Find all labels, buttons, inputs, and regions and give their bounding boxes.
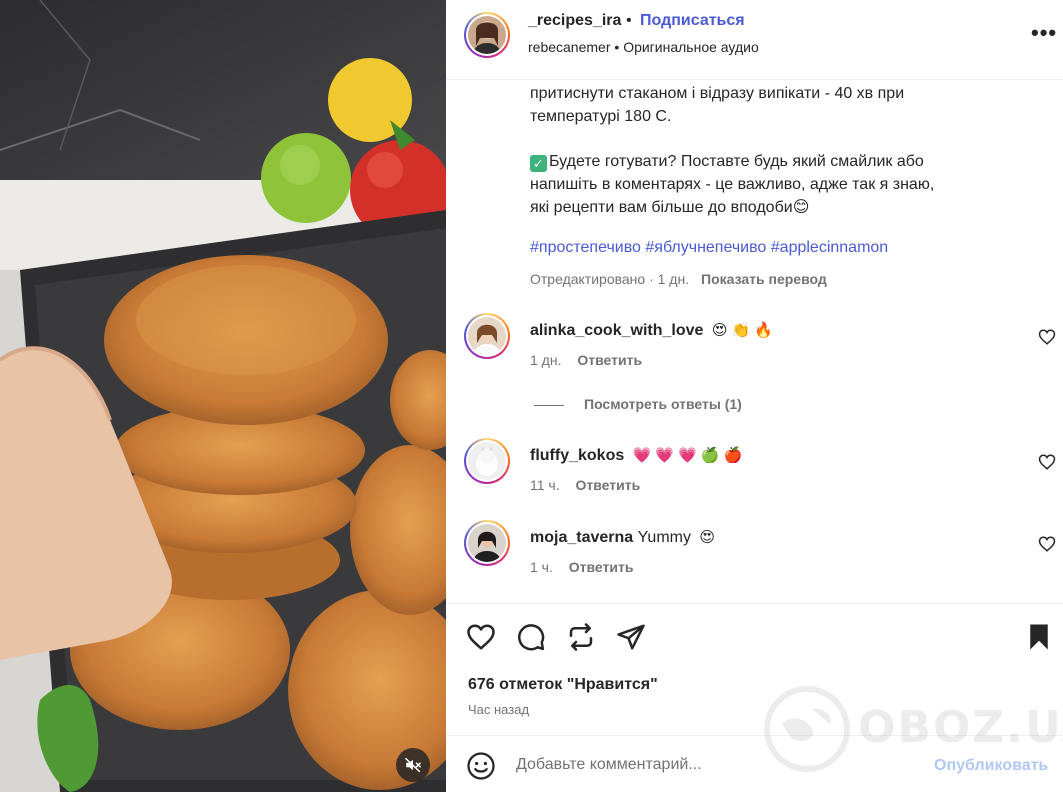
comment-meta: 1 ч. Ответить	[530, 559, 633, 575]
clap-emoji: 👏	[731, 322, 751, 339]
caption-meta: Отредактировано · 1 дн. Показать перевод	[530, 271, 827, 287]
speaker-muted-icon	[404, 757, 422, 773]
edited-label: Отредактировано · 1 дн.	[530, 271, 690, 287]
audio-info: rebecanemer • Оригинальное аудио	[528, 39, 759, 55]
bookmark-icon[interactable]	[1024, 622, 1054, 652]
author-username[interactable]: _recipes_ira	[528, 12, 621, 30]
heart-eyes-emoji: 😍	[699, 529, 716, 546]
separator-dot: •	[626, 12, 632, 29]
caption-line-1: притиснути стаканом і відразу випікати -…	[530, 85, 905, 125]
divider-line	[534, 404, 564, 406]
reply-button[interactable]: Ответить	[569, 559, 634, 575]
more-options-icon[interactable]: •••	[1031, 22, 1057, 44]
hashtag-link[interactable]: #яблучнепечиво	[645, 239, 766, 256]
commenter-avatar[interactable]	[464, 520, 510, 566]
comment-time: 11 ч.	[530, 477, 560, 493]
mute-button[interactable]	[396, 748, 430, 782]
audio-label[interactable]: Оригинальное аудио	[623, 39, 759, 55]
like-heart-icon[interactable]	[466, 622, 496, 652]
translate-button[interactable]: Показать перевод	[701, 271, 827, 287]
actions-bar: 676 отметок "Нравится" Час назад	[446, 603, 1063, 733]
publish-button[interactable]: Опубликовать	[934, 757, 1048, 775]
post-header: _recipes_ira • Подписаться rebecanemer •…	[446, 0, 1063, 80]
follow-button[interactable]: Подписаться	[640, 12, 745, 30]
heart-icon[interactable]	[1038, 328, 1056, 346]
likes-count[interactable]: 676 отметок "Нравится"	[468, 676, 658, 694]
post-media[interactable]	[0, 0, 446, 792]
reply-button[interactable]: Ответить	[576, 477, 641, 493]
comment-time: 1 ч.	[530, 559, 553, 575]
repost-icon[interactable]	[566, 622, 596, 652]
hashtags: #простепечиво #яблучнепечиво #applecinna…	[530, 239, 888, 257]
comment-time: 1 дн.	[530, 352, 562, 368]
comment-meta: 11 ч. Ответить	[530, 477, 640, 493]
reply-button[interactable]: Ответить	[577, 352, 642, 368]
green-apple-emoji: 🍏	[700, 447, 720, 464]
comment-text: Yummy	[637, 529, 691, 546]
add-comment-bar: Опубликовать	[446, 735, 1063, 792]
commenter-username[interactable]: alinka_cook_with_love 😍 👏 🔥	[530, 321, 773, 340]
author-avatar[interactable]	[464, 12, 510, 58]
heart-emoji: 💗	[678, 447, 697, 464]
heart-icon[interactable]	[1038, 535, 1056, 553]
heart-emoji: 💗	[632, 447, 652, 464]
commenter-avatar[interactable]	[464, 438, 510, 484]
separator-dot-2: •	[614, 39, 620, 55]
post-panel: _recipes_ira • Подписаться rebecanemer •…	[446, 0, 1063, 792]
post-time: Час назад	[468, 702, 530, 717]
audio-author[interactable]: rebecanemer	[528, 39, 611, 55]
heart-icon[interactable]	[1038, 453, 1056, 471]
comment-bubble-icon[interactable]	[516, 622, 546, 652]
fire-emoji: 🔥	[754, 322, 773, 339]
hashtag-link[interactable]: #простепечиво	[530, 239, 641, 256]
share-paper-plane-icon[interactable]	[616, 622, 646, 652]
hashtag-link[interactable]: #applecinnamon	[771, 239, 888, 256]
check-mark-icon: ✓	[530, 155, 547, 172]
smile-emoji-icon: 😊	[792, 199, 810, 216]
caption: притиснути стаканом і відразу випікати -…	[530, 82, 950, 241]
commenter-username[interactable]: moja_taverna Yummy 😍	[530, 528, 715, 547]
commenter-avatar[interactable]	[464, 313, 510, 359]
red-apple-emoji: 🍎	[723, 447, 743, 464]
heart-eyes-emoji: 😍	[711, 322, 728, 339]
emoji-smile-icon[interactable]	[466, 751, 496, 781]
heart-emoji: 💗	[655, 447, 675, 464]
caption-line-2: ✓ Будете готувати? Поставте будь який сма…	[530, 153, 935, 216]
comment-meta: 1 дн. Ответить	[530, 352, 642, 368]
comment-input[interactable]	[516, 753, 916, 777]
view-replies-button[interactable]: Посмотреть ответы (1)	[534, 396, 742, 412]
commenter-username[interactable]: fluffy_kokos 💗 💗 💗 🍏 🍎	[530, 446, 742, 465]
cookies-photo	[0, 0, 446, 792]
